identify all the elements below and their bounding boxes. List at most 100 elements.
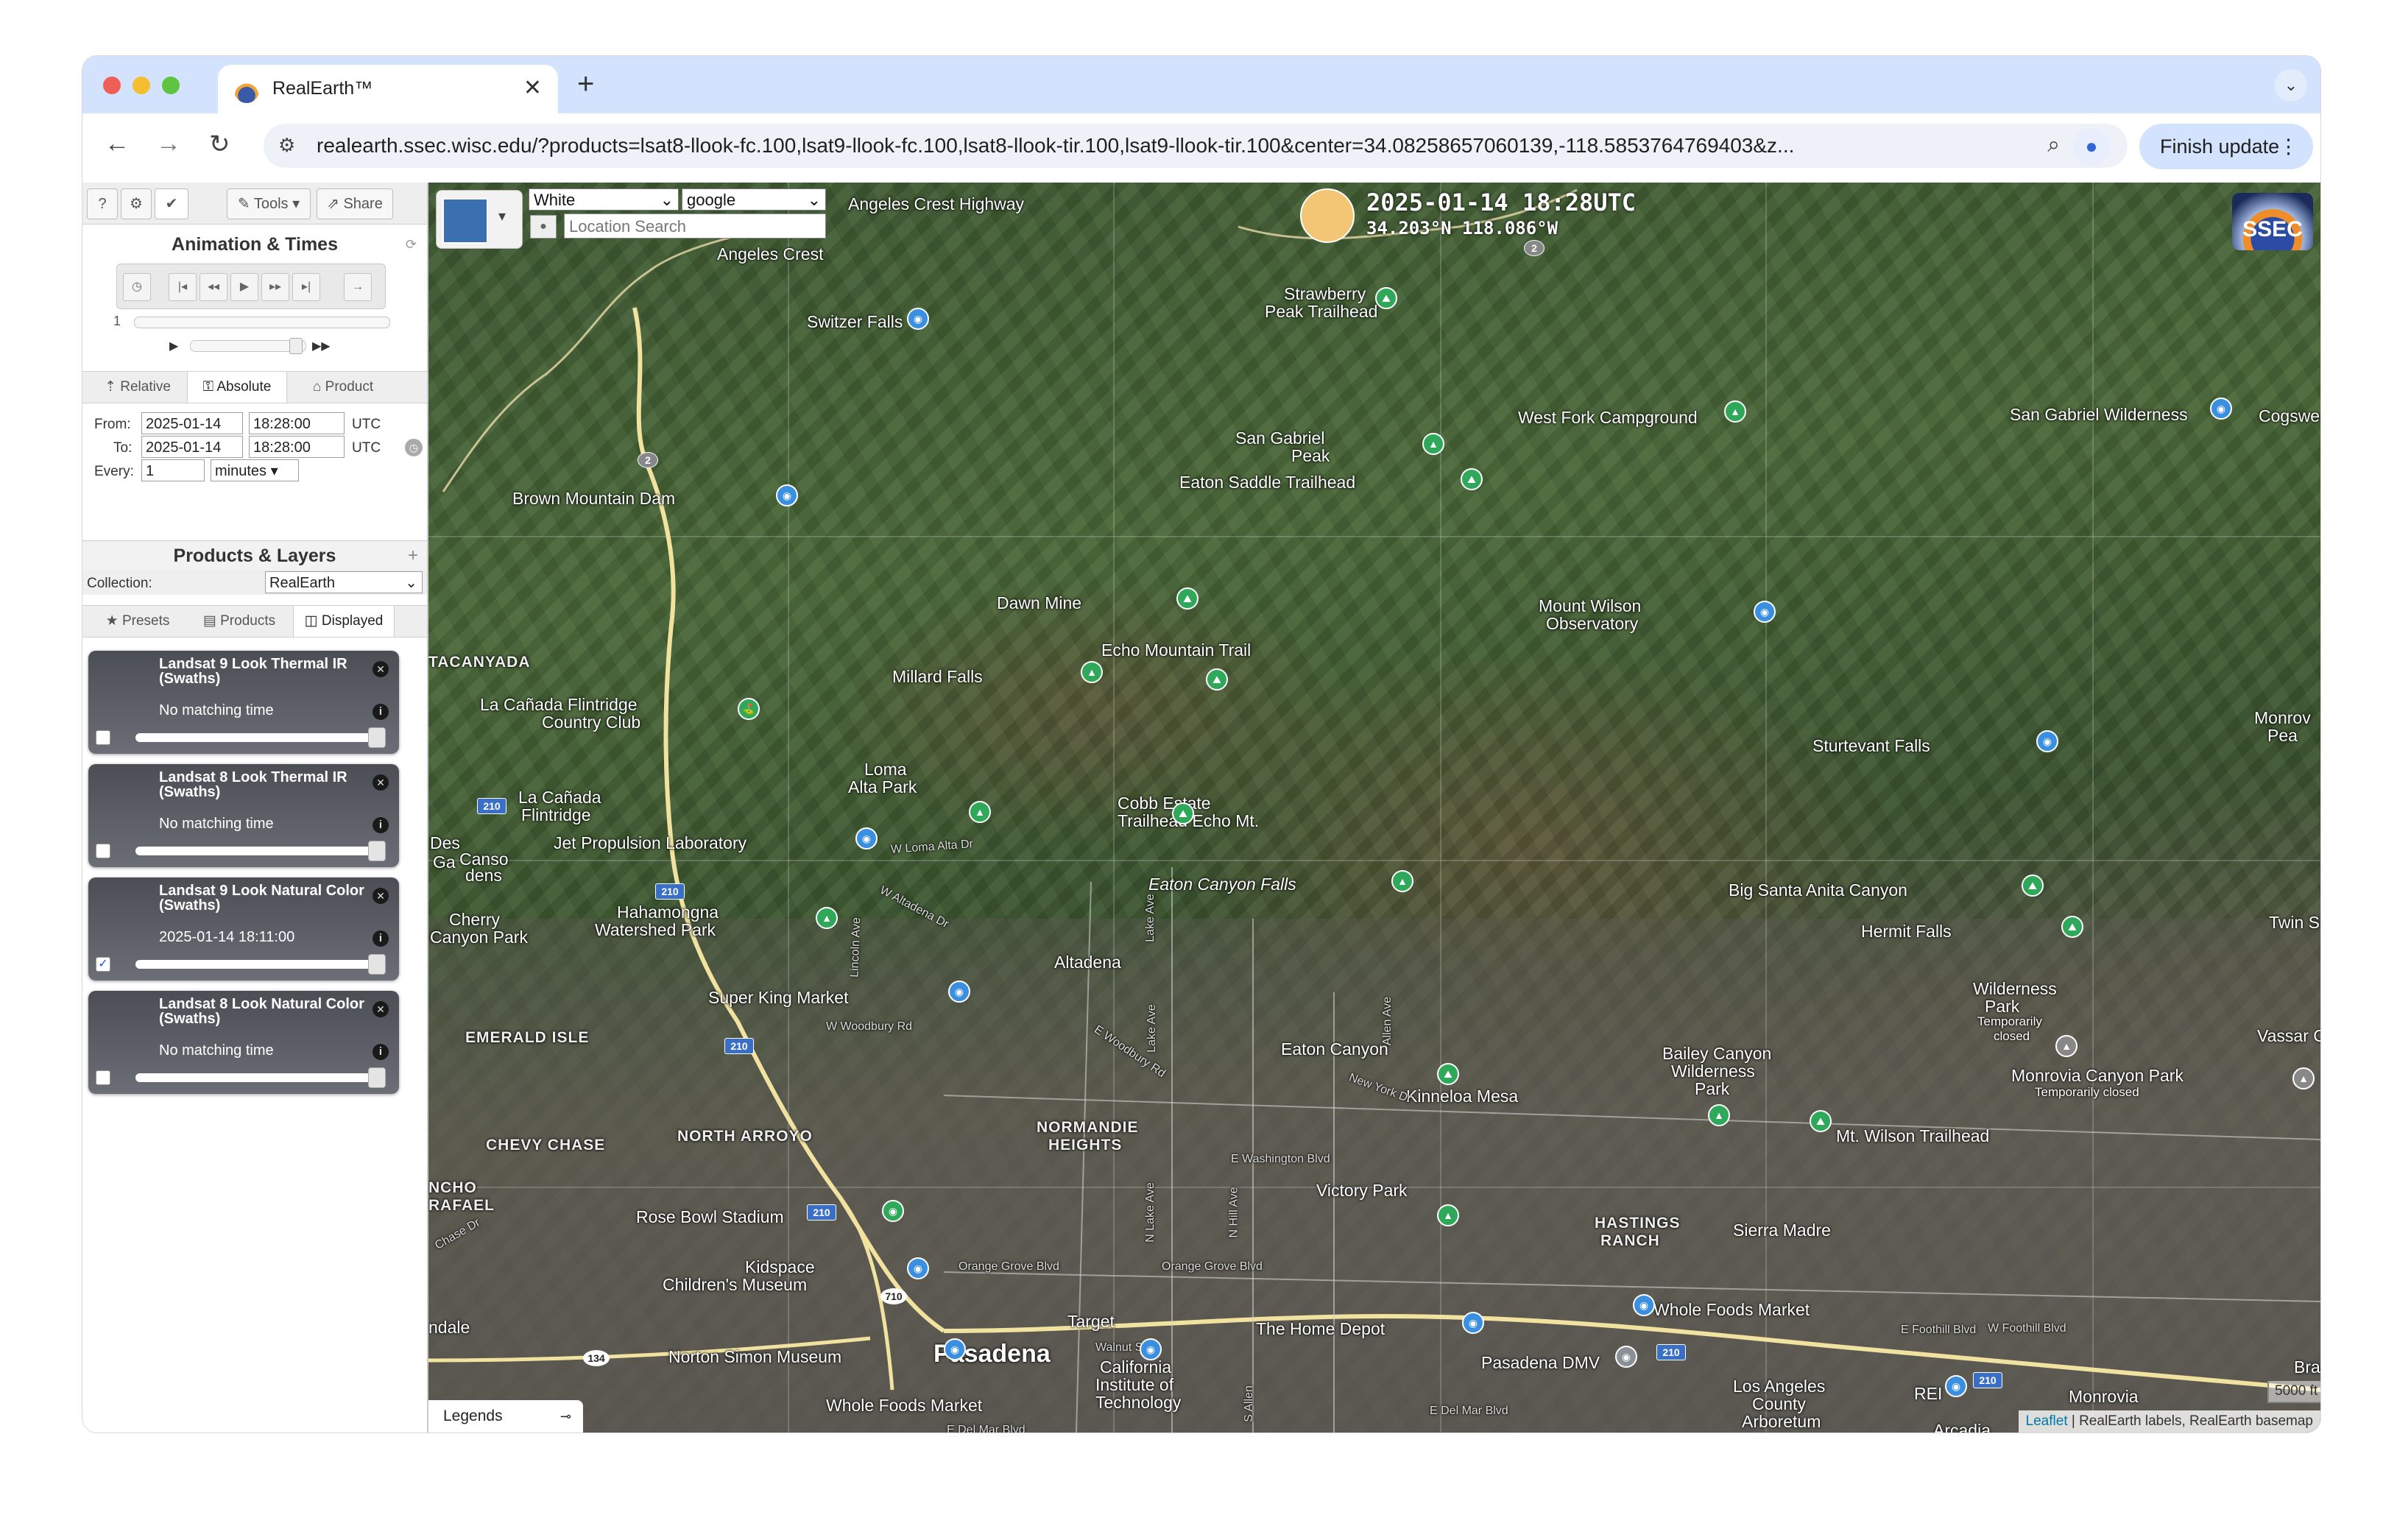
trail-pin-icon[interactable]: ▲: [1081, 661, 1103, 683]
poi-pin-icon[interactable]: ◉: [2036, 730, 2058, 752]
golf-pin-icon[interactable]: ⛳: [738, 698, 760, 720]
closed-park-pin-icon[interactable]: ▲: [2292, 1067, 2315, 1089]
trail-pin-icon[interactable]: ⛰: [1172, 802, 1194, 824]
layer-info-icon[interactable]: i: [373, 704, 389, 720]
leaflet-link[interactable]: Leaflet: [2026, 1413, 2068, 1429]
layer-visibility-checkbox[interactable]: ✓: [96, 957, 110, 972]
play-button[interactable]: ▶: [230, 273, 258, 301]
tab-close-icon[interactable]: ✕: [523, 75, 542, 101]
speed-knob[interactable]: [289, 338, 303, 354]
layer-opacity-slider[interactable]: [135, 733, 378, 742]
animation-refresh-icon[interactable]: ⟳: [406, 237, 417, 252]
first-frame-button[interactable]: |◂: [169, 273, 197, 301]
map-canvas[interactable]: ▾ White ⌄ google ⌄ ● Location Search 2025-…: [428, 183, 2320, 1433]
layer-switcher[interactable]: ▾: [436, 190, 523, 249]
layer-opacity-slider[interactable]: [135, 1073, 378, 1082]
layer-opacity-knob[interactable]: [368, 727, 386, 748]
campground-pin-icon[interactable]: ▲: [1724, 400, 1746, 423]
remove-layer-icon[interactable]: ✕: [373, 661, 389, 677]
collection-select[interactable]: RealEarth ⌄: [265, 571, 423, 593]
trail-pin-icon[interactable]: ⛰: [1206, 668, 1228, 690]
remove-layer-icon[interactable]: ✕: [373, 1001, 389, 1017]
layer-info-icon[interactable]: i: [373, 930, 389, 947]
trail-pin-icon[interactable]: ⛰: [1810, 1110, 1832, 1132]
location-search-input[interactable]: Location Search: [564, 213, 826, 239]
park-pin-icon[interactable]: ▲: [1708, 1104, 1730, 1126]
share-button[interactable]: ⇗ Share: [317, 188, 393, 219]
to-time-input[interactable]: 18:28:00: [249, 436, 345, 458]
trail-pin-icon[interactable]: ⛰: [1375, 287, 1397, 309]
layer-visibility-checkbox[interactable]: [96, 730, 110, 745]
poi-pin-icon[interactable]: ◉: [907, 1257, 929, 1279]
basemap-source-select[interactable]: google ⌄: [682, 188, 826, 211]
layer-card[interactable]: Landsat 9 Look Thermal IR (Swaths) ✕ No …: [88, 651, 399, 754]
shopping-pin-icon[interactable]: ◉: [1945, 1375, 1967, 1397]
time-clock-icon[interactable]: ◷: [405, 439, 423, 456]
new-tab-icon[interactable]: +: [577, 68, 594, 101]
kebab-menu-icon[interactable]: ⋮: [2278, 124, 2298, 169]
tab-products[interactable]: ▤ Products: [190, 606, 289, 637]
park-pin-icon[interactable]: ▲: [816, 907, 838, 929]
layer-opacity-slider[interactable]: [135, 960, 378, 969]
closed-park-pin-icon[interactable]: ▲: [2055, 1035, 2077, 1057]
profile-avatar-icon[interactable]: ●: [2073, 128, 2110, 165]
layer-info-icon[interactable]: i: [373, 1044, 389, 1060]
peak-pin-icon[interactable]: ▲: [1422, 433, 1444, 455]
layer-info-icon[interactable]: i: [373, 817, 389, 833]
forward-arrow-icon[interactable]: →: [156, 130, 181, 158]
park-pin-icon[interactable]: ▲: [1437, 1204, 1459, 1226]
reload-icon[interactable]: ↻: [209, 130, 230, 159]
every-unit-select[interactable]: minutes ▾: [211, 459, 299, 481]
tab-presets[interactable]: ★ Presets: [90, 606, 186, 637]
layer-card[interactable]: Landsat 8 Look Natural Color (Swaths) ✕ …: [88, 991, 399, 1094]
tab-relative[interactable]: ⇡ Relative: [90, 372, 186, 403]
stadium-pin-icon[interactable]: ◉: [882, 1200, 904, 1222]
poi-pin-icon[interactable]: ◉: [944, 1338, 966, 1360]
frame-slider[interactable]: [134, 317, 390, 328]
layer-opacity-knob[interactable]: [368, 954, 386, 975]
tab-search-chevron-icon[interactable]: ⌄: [2275, 69, 2307, 102]
url-text[interactable]: realearth.ssec.wisc.edu/?products=lsat8-…: [317, 134, 1936, 158]
layer-opacity-knob[interactable]: [368, 1067, 386, 1088]
layer-opacity-knob[interactable]: [368, 841, 386, 861]
close-window-button[interactable]: [103, 77, 121, 94]
from-date-input[interactable]: 2025-01-14: [141, 412, 243, 434]
poi-pin-icon[interactable]: ◉: [776, 484, 798, 506]
browser-tab[interactable]: RealEarth™ ✕: [218, 65, 558, 113]
maximize-window-button[interactable]: [162, 77, 180, 94]
layer-visibility-checkbox[interactable]: [96, 1070, 110, 1085]
remove-layer-icon[interactable]: ✕: [373, 888, 389, 904]
basemap-color-select[interactable]: White ⌄: [529, 188, 679, 211]
tab-absolute[interactable]: ⚿ Absolute: [187, 372, 287, 403]
pin-icon[interactable]: ⊸: [560, 1400, 571, 1433]
shopping-pin-icon[interactable]: ◉: [1462, 1312, 1484, 1334]
layer-visibility-checkbox[interactable]: [96, 844, 110, 858]
speed-slider[interactable]: [190, 338, 306, 354]
layer-card[interactable]: Landsat 9 Look Natural Color (Swaths) ✕ …: [88, 877, 399, 981]
park-pin-icon[interactable]: ▲: [969, 801, 991, 823]
every-input[interactable]: 1: [141, 459, 205, 481]
minimize-window-button[interactable]: [133, 77, 150, 94]
shopping-pin-icon[interactable]: ◉: [1633, 1294, 1655, 1316]
park-pin-icon[interactable]: ▲: [1391, 870, 1413, 892]
clock-icon[interactable]: ◷: [123, 273, 151, 301]
layer-opacity-slider[interactable]: [135, 847, 378, 855]
poi-pin-icon[interactable]: ◉: [907, 308, 929, 330]
trail-pin-icon[interactable]: ⛰: [1437, 1063, 1459, 1085]
tab-displayed[interactable]: ◫ Displayed: [293, 606, 395, 637]
to-date-input[interactable]: 2025-01-14: [141, 436, 243, 458]
address-bar[interactable]: ⚙ realearth.ssec.wisc.edu/?products=lsat…: [264, 124, 2128, 168]
poi-pin-icon[interactable]: ◉: [1754, 601, 1776, 623]
zoom-magnifier-icon[interactable]: ⌕: [2047, 133, 2060, 158]
shopping-pin-icon[interactable]: ◉: [948, 981, 970, 1003]
trail-pin-icon[interactable]: ⛰: [1176, 587, 1198, 610]
loop-arrow-icon[interactable]: →: [344, 273, 372, 301]
legends-button[interactable]: Legends ⊸: [428, 1400, 583, 1433]
from-time-input[interactable]: 18:28:00: [249, 412, 345, 434]
layer-card[interactable]: Landsat 8 Look Thermal IR (Swaths) ✕ No …: [88, 764, 399, 867]
remove-layer-icon[interactable]: ✕: [373, 774, 389, 791]
add-product-icon[interactable]: +: [408, 545, 418, 566]
poi-pin-icon[interactable]: ◉: [2210, 398, 2232, 420]
trail-pin-icon[interactable]: ⛰: [2022, 875, 2044, 897]
site-settings-icon[interactable]: ⚙: [278, 134, 295, 157]
